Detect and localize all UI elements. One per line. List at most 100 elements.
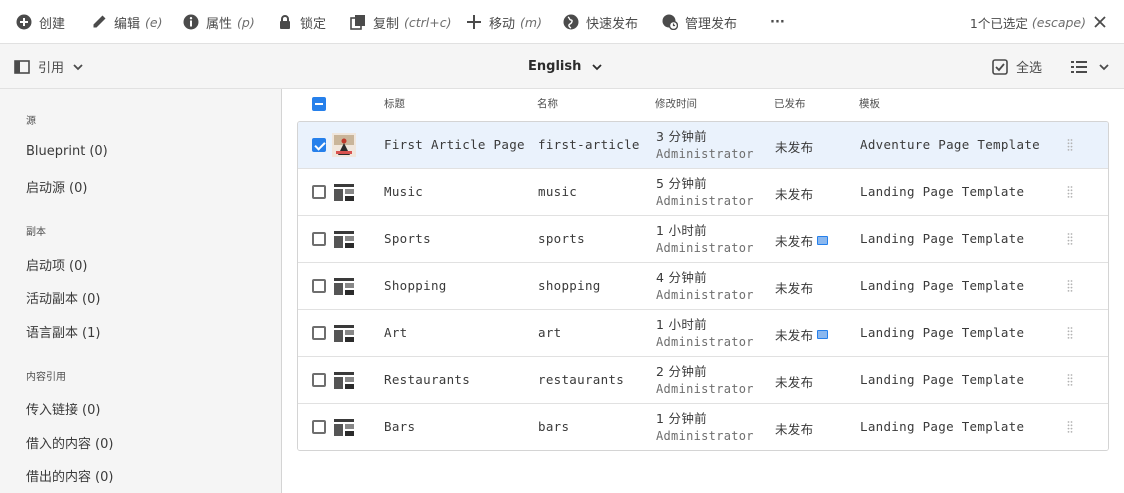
quick-publish-button[interactable]: 快速发布 [563, 0, 638, 44]
drag-handle-icon[interactable] [1067, 232, 1073, 246]
column-header-modified[interactable]: 修改时间 [655, 89, 697, 119]
rail-item-launches[interactable]: 启动项 (0) [26, 255, 87, 274]
row-title: Bars [384, 419, 416, 434]
column-header-title[interactable]: 标题 [384, 89, 405, 119]
rail-item-count: (0) [82, 403, 101, 418]
info-icon [183, 14, 199, 30]
create-button[interactable]: 创建 [16, 0, 65, 44]
globe-icon [563, 14, 579, 30]
row-name: first-article [538, 137, 640, 152]
page-thumbnail [332, 321, 356, 345]
row-modified-by: Administrator [656, 335, 754, 349]
rail-item-label: 启动项 [26, 259, 66, 274]
row-published-status: 未发布 [775, 372, 813, 391]
row-modified-by: Administrator [656, 241, 754, 255]
copy-icon [350, 15, 365, 30]
table-row[interactable]: Shopping shopping 4 分钟前 Administrator 未发布 Lan… [298, 263, 1108, 310]
row-modified-time: 2 分钟前 [656, 364, 707, 379]
page-thumbnail [332, 368, 356, 392]
edit-button[interactable]: 编辑 (e) [91, 0, 162, 44]
move-button[interactable]: 移动 (m) [466, 0, 542, 44]
row-checkbox[interactable] [312, 232, 326, 246]
row-template: Landing Page Template [860, 184, 1025, 199]
properties-button[interactable]: 属性 (p) [183, 0, 255, 44]
view-switcher[interactable] [1070, 44, 1110, 89]
language-value: English [528, 59, 582, 74]
comment-icon[interactable] [817, 236, 829, 245]
pencil-icon [93, 15, 106, 28]
close-icon[interactable] [1092, 14, 1108, 30]
drag-handle-icon[interactable] [1067, 420, 1073, 434]
column-header-name[interactable]: 名称 [537, 89, 558, 119]
row-published-status: 未发布 [775, 419, 813, 438]
row-published-status: 未发布 [775, 137, 813, 156]
rail-item-count: (0) [95, 437, 114, 452]
more-actions-button[interactable]: ··· [770, 0, 785, 44]
rail-item-incoming-links[interactable]: 传入链接 (0) [26, 399, 100, 418]
create-label: 创建 [39, 16, 66, 32]
table-row[interactable]: Art art 1 小时前 Administrator 未发布 Landing Page … [298, 310, 1108, 357]
row-name: music [538, 184, 578, 199]
lock-button[interactable]: 锁定 [277, 0, 326, 44]
rail-item-language-copies[interactable]: 语言副本 (1) [26, 322, 100, 341]
table-row[interactable]: Music music 5 分钟前 Administrator 未发布 Landing P… [298, 169, 1108, 216]
page-thumbnail [332, 415, 356, 439]
column-header-published[interactable]: 已发布 [774, 89, 806, 119]
select-all-button[interactable]: 全选 [992, 44, 1042, 89]
copy-label: 复制 [373, 16, 400, 32]
page-thumbnail [332, 180, 356, 204]
row-modified-by: Administrator [656, 429, 754, 443]
published-status-label: 未发布 [775, 422, 814, 437]
copy-button[interactable]: 复制 (ctrl+c) [350, 0, 452, 44]
select-all-checkbox[interactable] [312, 97, 326, 111]
row-title: Music [384, 184, 424, 199]
drag-handle-icon[interactable] [1067, 326, 1073, 340]
column-header-template[interactable]: 模板 [859, 89, 880, 119]
rail-toggle-button[interactable]: 引用 [14, 44, 92, 89]
selection-status: 1个已选定 (escape) [970, 0, 1086, 44]
row-template: Landing Page Template [860, 278, 1025, 293]
table-row[interactable]: Bars bars 1 分钟前 Administrator 未发布 Landing Pag… [298, 404, 1108, 450]
row-checkbox[interactable] [312, 185, 326, 199]
rail-item-lent-content[interactable]: 借出的内容 (0) [26, 466, 113, 485]
comment-icon[interactable] [817, 330, 829, 339]
row-modified-by: Administrator [656, 147, 754, 161]
row-modified-time: 1 小时前 [656, 223, 707, 238]
table-row[interactable]: Restaurants restaurants 2 分钟前 Administrator… [298, 357, 1108, 404]
row-checkbox[interactable] [312, 373, 326, 387]
list-header: 标题 名称 修改时间 已发布 模板 [283, 89, 1124, 121]
row-checkbox[interactable] [312, 420, 326, 434]
rail-item-count: (0) [69, 181, 88, 196]
drag-handle-icon[interactable] [1067, 279, 1073, 293]
rail-item-live-copies[interactable]: 活动副本 (0) [26, 288, 100, 307]
rail-item-borrowed-content[interactable]: 借入的内容 (0) [26, 433, 113, 452]
more-icon: ··· [770, 14, 785, 30]
row-checkbox[interactable] [312, 326, 326, 340]
row-modified-by: Administrator [656, 194, 754, 208]
move-icon [467, 15, 481, 29]
row-name: shopping [538, 278, 601, 293]
properties-label: 属性 [206, 16, 233, 32]
manage-publication-button[interactable]: 管理发布 [662, 0, 737, 44]
page-thumbnail [332, 274, 356, 298]
list-view-icon [1071, 60, 1087, 73]
row-template: Landing Page Template [860, 419, 1025, 434]
row-checkbox[interactable] [312, 138, 326, 152]
row-checkbox[interactable] [312, 279, 326, 293]
table-row[interactable]: First Article Page first-article 3 分钟前 Admi… [298, 122, 1108, 169]
drag-handle-icon[interactable] [1067, 373, 1073, 387]
drag-handle-icon[interactable] [1067, 138, 1073, 152]
published-status-label: 未发布 [775, 140, 814, 155]
language-select[interactable]: English [528, 44, 603, 89]
row-modified-time: 5 分钟前 [656, 176, 707, 191]
rail-item-label: Blueprint [26, 144, 86, 159]
table-row[interactable]: Sports sports 1 小时前 Administrator 未发布 Landing… [298, 216, 1108, 263]
row-template: Adventure Page Template [860, 137, 1040, 152]
rail-item-label: 借入的内容 [26, 437, 92, 452]
row-name: art [538, 325, 562, 340]
row-modified-time: 1 分钟前 [656, 411, 707, 426]
rail-item-blueprint[interactable]: Blueprint (0) [26, 144, 108, 159]
drag-handle-icon[interactable] [1067, 185, 1073, 199]
rail-item-launch-source[interactable]: 启动源 (0) [26, 177, 87, 196]
row-published-status: 未发布 [775, 184, 813, 203]
